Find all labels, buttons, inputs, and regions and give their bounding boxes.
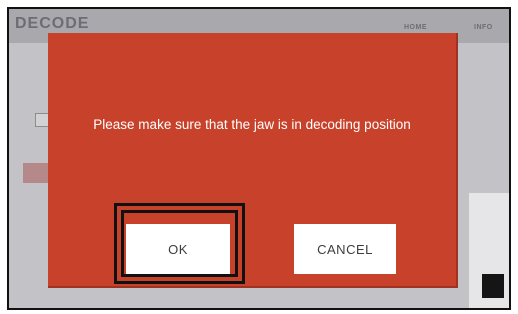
- background-dark-square: [482, 274, 504, 298]
- nav-info-link[interactable]: INFO: [474, 24, 493, 31]
- nav-home-link[interactable]: HOME: [404, 24, 427, 31]
- app-title: DECODE: [15, 15, 90, 32]
- decode-position-dialog: Please make sure that the jaw is in deco…: [48, 33, 458, 288]
- dialog-message: Please make sure that the jaw is in deco…: [93, 117, 411, 132]
- cancel-button[interactable]: CANCEL: [294, 224, 396, 274]
- highlight-inner-frame: [121, 210, 238, 277]
